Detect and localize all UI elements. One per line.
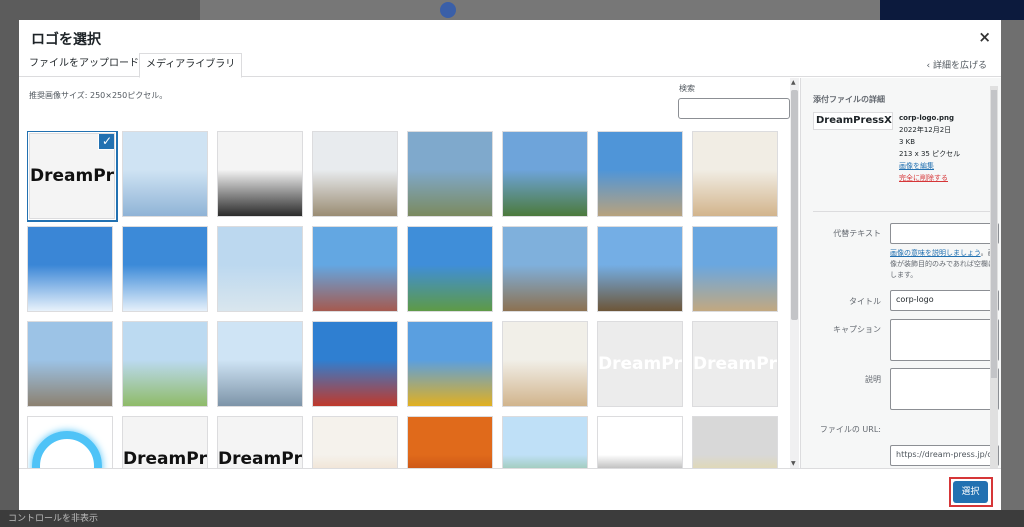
attachment-thumbnail[interactable]: DreamPress: [217, 416, 303, 468]
attachment-thumbnail[interactable]: [312, 226, 398, 312]
attachment-thumbnail[interactable]: DreamPress: [597, 321, 683, 407]
delete-permanently-link[interactable]: 完全に削除する: [899, 172, 960, 184]
file-meta: corp-logo.png 2022年12月2日 3 KB 213 x 35 ピ…: [899, 112, 960, 184]
dreampress-logo-text: DreamPress: [598, 354, 682, 374]
file-size: 3 KB: [899, 138, 916, 146]
attachment-thumbnail[interactable]: [502, 321, 588, 407]
attachment-thumbnail[interactable]: [217, 321, 303, 407]
attachment-thumbnail[interactable]: [27, 226, 113, 312]
close-icon[interactable]: ×: [978, 28, 991, 46]
ring-graphic: [32, 431, 102, 468]
title-label: タイトル: [849, 297, 881, 306]
search-label: 検索: [679, 84, 695, 93]
media-modal: ロゴを選択 × ファイルをアップロード メディアライブラリ ‹ 詳細を広げる 推…: [19, 20, 1001, 510]
attachment-thumbnail[interactable]: [217, 131, 303, 217]
attachment-thumbnail[interactable]: [597, 226, 683, 312]
attachment-thumbnail[interactable]: [597, 416, 683, 468]
attachment-details-sidebar: 添付ファイルの詳細 DreamPressX corp-logo.png 2022…: [800, 78, 1001, 468]
description-field[interactable]: [890, 368, 999, 410]
upload-date: 2022年12月2日: [899, 126, 952, 134]
image-dimensions: 213 x 35 ピクセル: [899, 150, 961, 158]
description-label: 説明: [865, 375, 881, 384]
dreampress-logo-text: DreamPress: [123, 449, 207, 468]
media-toolbar: 選択: [19, 468, 1001, 510]
grid-scrollbar[interactable]: ▲ ▼: [790, 78, 799, 468]
alt-text-label: 代替テキスト: [833, 229, 881, 238]
customizer-footer-backdrop: [0, 510, 1024, 527]
file-name: corp-logo.png: [899, 114, 955, 122]
alt-text-field[interactable]: [890, 223, 999, 244]
details-thumbnail: DreamPressX: [813, 112, 893, 130]
attachment-thumbnail[interactable]: [692, 226, 778, 312]
details-scroll-thumb[interactable]: [991, 90, 997, 378]
attachment-thumbnail[interactable]: [597, 131, 683, 217]
attachment-thumbnail[interactable]: DreamPress: [692, 321, 778, 407]
file-url-field[interactable]: https://dream-press.jp/cc: [890, 445, 999, 466]
recommended-size-note: 推奨画像サイズ: 250×250ピクセル。: [29, 91, 168, 100]
file-url-label: ファイルの URL:: [819, 425, 881, 434]
attachment-thumbnail[interactable]: [27, 321, 113, 407]
attachment-thumbnail[interactable]: [407, 321, 493, 407]
details-divider: [813, 211, 991, 212]
attachment-thumbnail[interactable]: DreamPress: [122, 416, 208, 468]
attachment-thumbnail[interactable]: DreamPress✓: [27, 131, 118, 222]
details-heading: 添付ファイルの詳細: [813, 95, 885, 104]
scroll-down-icon[interactable]: ▼: [791, 460, 796, 467]
title-field[interactable]: corp-logo: [890, 290, 999, 311]
attachment-thumbnail[interactable]: [407, 226, 493, 312]
caption-label: キャプション: [833, 325, 881, 334]
expand-details-link[interactable]: ‹ 詳細を広げる: [927, 58, 987, 71]
preview-right-backdrop: [1001, 20, 1024, 510]
attachment-thumbnail[interactable]: [312, 416, 398, 468]
grid-scroll-thumb[interactable]: [791, 90, 798, 320]
media-library-content: 推奨画像サイズ: 250×250ピクセル。 検索 DreamPress✓Drea…: [19, 78, 800, 468]
alt-text-help: 画像の意味を説明しましょう。画像が装飾目的のみであれば空欄にします。: [890, 248, 1000, 281]
attachment-thumbnail[interactable]: [122, 131, 208, 217]
modal-title: ロゴを選択: [31, 32, 101, 48]
preview-top-strip: [200, 0, 880, 20]
attachment-thumbnail[interactable]: [407, 131, 493, 217]
attachment-thumbnail[interactable]: [122, 321, 208, 407]
dreampress-logo-text: DreamPress: [693, 354, 777, 374]
details-scrollbar[interactable]: [990, 86, 998, 478]
attachment-thumbnail[interactable]: [312, 131, 398, 217]
edit-pencil-icon: [440, 2, 456, 18]
alt-text-help-link[interactable]: 画像の意味を説明しましょう: [890, 249, 981, 257]
edit-image-link[interactable]: 画像を編集: [899, 160, 960, 172]
attachment-thumbnail[interactable]: [692, 416, 778, 468]
search-input[interactable]: [678, 98, 790, 119]
dreampress-logo-text: DreamPress: [218, 449, 302, 468]
attachments-grid: DreamPress✓DreamPressDreamPressDreamPres…: [27, 131, 787, 468]
attachment-thumbnail[interactable]: [122, 226, 208, 312]
preview-header-dark: [880, 0, 1024, 20]
attachment-thumbnail[interactable]: [312, 321, 398, 407]
attachment-thumbnail[interactable]: [27, 416, 113, 468]
attachment-thumbnail[interactable]: [217, 226, 303, 312]
tab-media-library[interactable]: メディアライブラリ: [139, 53, 243, 78]
attachment-thumbnail[interactable]: [502, 131, 588, 217]
media-tabs: ファイルをアップロード メディアライブラリ: [19, 53, 1001, 78]
caption-field[interactable]: [890, 319, 999, 361]
select-button[interactable]: 選択: [953, 481, 988, 503]
attachment-thumbnail[interactable]: [502, 416, 588, 468]
tab-upload-files[interactable]: ファイルをアップロード: [23, 53, 145, 77]
attachment-thumbnail[interactable]: [407, 416, 493, 468]
attachment-thumbnail[interactable]: [692, 131, 778, 217]
scroll-up-icon[interactable]: ▲: [791, 79, 796, 86]
hide-controls-label: コントロールを非表示: [8, 514, 99, 524]
selected-check-icon[interactable]: ✓: [98, 134, 114, 150]
attachment-thumbnail[interactable]: [502, 226, 588, 312]
